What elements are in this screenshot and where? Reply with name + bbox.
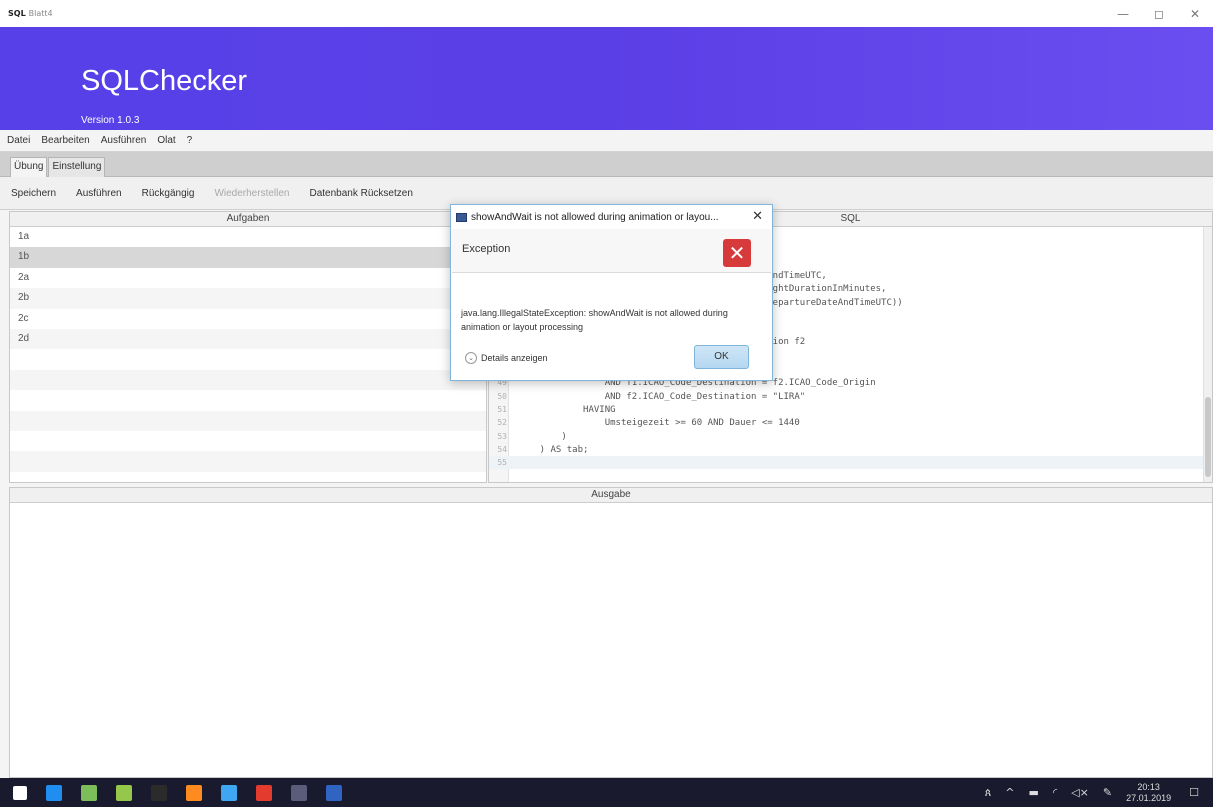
error-icon: ✕ [723,239,751,267]
terminal-icon[interactable] [151,784,167,801]
menu-help[interactable]: ? [186,133,194,148]
line-number: 55 [497,458,507,468]
maximize-icon: ◻ [1154,6,1164,21]
undo-button[interactable]: Rückgängig [142,188,195,199]
dialog-header-label: Exception [462,243,511,255]
close-icon[interactable]: ✕ [752,209,763,224]
word-icon[interactable] [326,784,342,801]
empty-list-row [10,349,486,369]
exception-message: java.lang.IllegalStateException: showAnd… [461,308,728,332]
line-number: 51 [497,404,507,414]
run-button[interactable]: Ausführen [76,188,122,199]
maximize-button[interactable]: ◻ [1141,0,1177,27]
file-explorer-icon[interactable] [221,784,237,801]
dialog-title: showAndWait is not allowed during animat… [471,211,719,223]
line-number: 52 [497,418,507,428]
chevron-up-icon[interactable]: ^ [1005,786,1014,799]
line-number: 50 [497,391,507,401]
notification-icon[interactable]: ☐ [1189,786,1199,799]
volume-icon[interactable]: ◁× [1071,786,1089,799]
line-number: 53 [497,431,507,441]
code-line: 55 [489,456,1203,470]
window-title-bar: SQL Blatt4 — ◻ ✕ [0,0,1213,27]
chevron-down-icon: ⌄ [465,352,477,364]
tab-strip: Übung Einstellung [0,152,1213,177]
scroll-thumb[interactable] [1205,397,1211,477]
java-app-icon [456,212,467,222]
dialog-header: Exception ✕ [452,229,771,273]
minimize-icon: — [1117,6,1129,21]
code-line: 51 HAVING [489,403,1203,416]
windows-taskbar: ጰ ^ ▬ ◜ ◁× ✎ 20:13 27.01.2019 ☐ [0,778,1213,807]
window-controls: — ◻ ✕ [1105,0,1213,27]
line-number: 54 [497,444,507,454]
tab-einstellung[interactable]: Einstellung [48,157,106,177]
code-text: AND f2.ICAO_Code_Destination = "LIRA" [518,391,806,402]
code-line: 52 Umsteigezeit >= 60 AND Dauer <= 1440 [489,416,1203,429]
ok-button[interactable]: OK [694,345,749,369]
code-text: ) [518,431,567,442]
clock-time: 20:13 [1137,781,1160,792]
output-panel: Ausgabe [9,487,1213,778]
notepad-icon[interactable] [116,784,132,801]
battery-icon[interactable]: ▬ [1029,786,1039,799]
code-line: 50 AND f2.ICAO_Code_Destination = "LIRA" [489,390,1203,403]
code-text: Umsteigezeit >= 60 AND Dauer <= 1440 [518,418,800,429]
app-banner: SQLChecker Version 1.0.3 [0,27,1213,130]
system-tray: ጰ ^ ▬ ◜ ◁× ✎ 20:13 27.01.2019 ☐ [985,778,1213,807]
code-line: 53 ) [489,430,1203,443]
exception-dialog: showAndWait is not allowed during animat… [450,204,773,381]
version-label: Version 1.0.3 [81,115,140,126]
details-label: Details anzeigen [481,353,548,363]
app-icon: SQL [8,9,26,18]
tasks-header: Aufgaben [10,212,486,227]
empty-list-row [10,390,486,410]
code-text: HAVING [518,404,616,415]
task-item[interactable]: 2d [10,328,486,350]
task-item[interactable]: 2c [10,309,486,329]
save-button[interactable]: Speichern [11,188,56,199]
code-line: 54 ) AS tab; [489,443,1203,456]
tasks-panel: Aufgaben 1a 1b 2a 2b 2c 2d [9,211,487,483]
wifi-icon[interactable]: ◜ [1053,786,1057,799]
menu-bar: Datei Bearbeiten Ausführen Olat ? [0,130,1213,152]
reset-database-button[interactable]: Datenbank Rücksetzen [309,188,412,199]
acrobat-icon[interactable] [256,784,272,801]
dialog-title-bar: showAndWait is not allowed during animat… [451,205,772,229]
empty-list-row [10,431,486,451]
empty-list-row [10,451,486,472]
menu-datei[interactable]: Datei [6,133,31,148]
code-text: ) AS tab; [518,444,589,455]
task-item[interactable]: 2a [10,268,486,288]
output-header: Ausgabe [10,488,1212,503]
close-window-button[interactable]: ✕ [1177,0,1213,27]
menu-ausfuehren[interactable]: Ausführen [100,133,148,148]
details-toggle[interactable]: ⌄ Details anzeigen [465,352,548,364]
task-item[interactable]: 1b [10,247,486,268]
sql-app-icon[interactable] [291,784,307,801]
redo-button[interactable]: Wiederherstellen [214,188,289,199]
close-icon: ✕ [1189,6,1201,21]
task-view-icon[interactable] [81,784,97,801]
clock-date: 27.01.2019 [1126,792,1172,803]
task-item[interactable]: 2b [10,288,486,309]
vertical-scrollbar[interactable] [1203,227,1212,482]
windows-start-icon[interactable] [13,785,27,800]
edge-icon[interactable] [46,784,62,801]
empty-list-row [10,410,486,431]
minimize-button[interactable]: — [1105,0,1141,27]
menu-olat[interactable]: Olat [156,133,176,148]
app-title: SQLChecker [81,65,248,97]
clock[interactable]: 20:13 27.01.2019 [1126,782,1171,804]
tab-uebung[interactable]: Übung [10,157,48,177]
empty-list-row [10,369,486,391]
window-title: Blatt4 [28,9,53,18]
output-area[interactable] [10,503,1212,777]
task-item[interactable]: 1a [10,227,486,247]
pen-icon[interactable]: ✎ [1103,786,1112,799]
menu-bearbeiten[interactable]: Bearbeiten [40,133,90,148]
firefox-icon[interactable] [186,784,202,801]
people-icon[interactable]: ጰ [985,786,992,800]
